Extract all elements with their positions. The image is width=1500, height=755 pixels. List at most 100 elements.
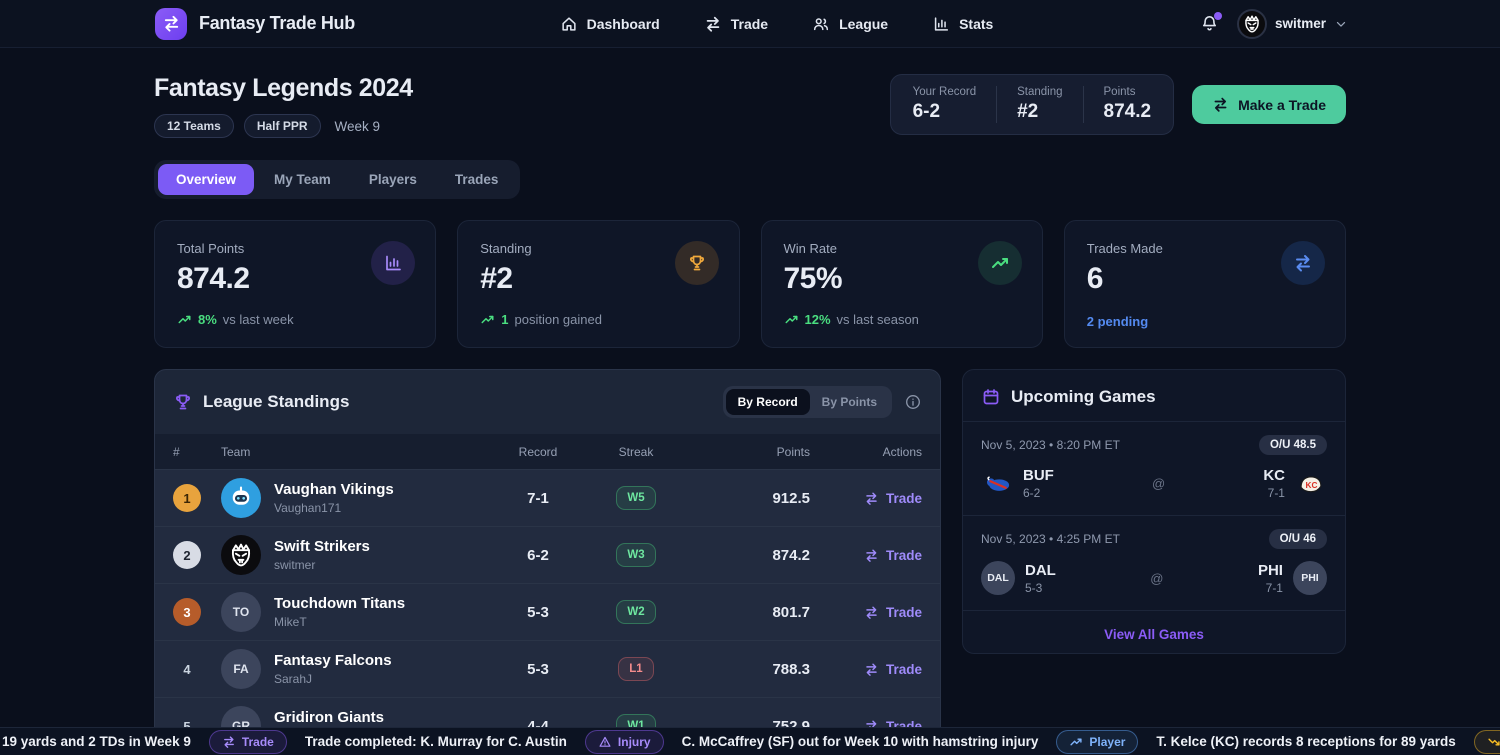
away-team-name: DAL <box>1025 562 1056 579</box>
waiver-badge: Waiver <box>1474 730 1500 754</box>
badge-label: Trade <box>242 735 274 749</box>
week-label: Week 9 <box>335 119 381 134</box>
away-team-record: 6-2 <box>1023 486 1054 500</box>
tab-my-team[interactable]: My Team <box>256 164 349 195</box>
nav-item-league[interactable]: League <box>812 15 888 33</box>
top-navbar: Fantasy Trade Hub Dashboard Trade League… <box>0 0 1500 48</box>
panel-title-text: League Standings <box>203 392 349 412</box>
swap-arrows-icon <box>1212 96 1229 113</box>
view-all-games-link[interactable]: View All Games <box>963 611 1345 658</box>
avatar <box>1237 9 1267 39</box>
swap-arrows-icon <box>864 548 879 563</box>
trades-made-card: Trades Made 6 2 pending <box>1064 220 1346 348</box>
nav-label: Dashboard <box>587 16 660 32</box>
view-tabs: Overview My Team Players Trades <box>154 160 520 199</box>
col-points: Points <box>688 445 810 459</box>
stat-cards: Total Points 874.2 8% vs last week Stand… <box>154 220 1346 348</box>
tab-trades[interactable]: Trades <box>437 164 517 195</box>
bar-chart-icon <box>383 253 403 273</box>
total-points-card: Total Points 874.2 8% vs last week <box>154 220 436 348</box>
app-logo <box>155 8 187 40</box>
page-header: Fantasy Legends 2024 12 Teams Half PPR W… <box>154 74 1346 138</box>
nav-item-stats[interactable]: Stats <box>932 15 993 33</box>
team-name: Touchdown Titans <box>274 595 405 612</box>
points-stat: Points 874.2 <box>1083 86 1152 123</box>
pending-trades-note[interactable]: 2 pending <box>1087 314 1323 329</box>
stat-label: Points <box>1104 86 1152 98</box>
trade-label: Trade <box>886 548 922 563</box>
news-ticker[interactable]: 19 yards and 2 TDs in Week 9 Trade Trade… <box>0 727 1500 755</box>
calendar-icon <box>981 387 1001 407</box>
table-row-vaughan-vikings[interactable]: 1 Vaughan Vikings Vaughan171 7-1 W5 912.… <box>155 469 940 526</box>
swap-arrows-icon <box>864 662 879 677</box>
brand[interactable]: Fantasy Trade Hub <box>155 8 355 40</box>
nav-item-trade[interactable]: Trade <box>704 15 768 33</box>
trending-down-icon <box>1487 735 1500 749</box>
points-value: 788.3 <box>688 661 810 678</box>
team-owner: switmer <box>274 558 370 572</box>
league-standings-panel: League Standings By Record By Points # T… <box>154 369 941 745</box>
nav-right: switmer <box>1198 9 1348 39</box>
trade-button[interactable]: Trade <box>810 548 922 563</box>
table-row-touchdown-titans[interactable]: 3 TO Touchdown Titans MikeT 5-3 W2 801.7… <box>155 583 940 640</box>
game-datetime: Nov 5, 2023 • 8:20 PM ET <box>981 438 1120 452</box>
card-icon-wrap <box>978 241 1022 285</box>
trade-label: Trade <box>886 662 922 677</box>
badge-label: Player <box>1089 735 1125 749</box>
toggle-by-points[interactable]: By Points <box>810 389 889 415</box>
notifications-button[interactable] <box>1198 12 1221 35</box>
away-team-name: BUF <box>1023 467 1054 484</box>
home-team-record: 7-1 <box>1258 581 1283 595</box>
toggle-by-record[interactable]: By Record <box>726 389 810 415</box>
standing-card: Standing #2 1 position gained <box>457 220 739 348</box>
trophy-icon <box>687 253 707 273</box>
nav-item-dashboard[interactable]: Dashboard <box>560 15 660 33</box>
tab-overview[interactable]: Overview <box>158 164 254 195</box>
nav-label: Trade <box>731 16 768 32</box>
user-menu[interactable]: switmer <box>1237 9 1348 39</box>
team-name: Fantasy Falcons <box>274 652 392 669</box>
player-badge: Player <box>1056 730 1138 754</box>
rank-badge: 3 <box>173 598 201 626</box>
record-value: 5-3 <box>492 604 584 621</box>
home-team-name: PHI <box>1258 562 1283 579</box>
delta-value: 8% <box>198 312 217 327</box>
game-dal-phi[interactable]: Nov 5, 2023 • 4:25 PM ET O/U 46 DAL DAL … <box>963 516 1345 611</box>
trade-button[interactable]: Trade <box>810 491 922 506</box>
tab-players[interactable]: Players <box>351 164 435 195</box>
standings-title: League Standings <box>173 392 349 412</box>
delta-value: 1 <box>501 312 508 327</box>
swap-arrows-icon <box>864 491 879 506</box>
chiefs-logo-icon <box>1295 468 1327 500</box>
users-icon <box>812 15 830 33</box>
card-icon-wrap <box>1281 241 1325 285</box>
col-streak: Streak <box>584 445 688 459</box>
info-icon[interactable] <box>904 393 922 411</box>
stat-value: #2 <box>1017 101 1062 123</box>
chevron-down-icon <box>1334 17 1348 31</box>
streak-badge: W5 <box>616 486 655 510</box>
delta-note: position gained <box>514 312 601 327</box>
make-a-trade-button[interactable]: Make a Trade <box>1192 85 1346 124</box>
game-datetime: Nov 5, 2023 • 4:25 PM ET <box>981 532 1120 546</box>
team-owner: Vaughan171 <box>274 501 394 515</box>
trending-up-icon <box>990 253 1010 273</box>
standing-stat: Standing #2 <box>996 86 1082 123</box>
stat-label: Your Record <box>913 86 977 98</box>
main-nav: Dashboard Trade League Stats <box>560 15 994 33</box>
home-icon <box>560 15 578 33</box>
team-owner: SarahJ <box>274 672 392 686</box>
trade-label: Trade <box>886 605 922 620</box>
robot-avatar-icon <box>221 478 261 518</box>
trade-button[interactable]: Trade <box>810 605 922 620</box>
table-row-fantasy-falcons[interactable]: 4 FA Fantasy Falcons SarahJ 5-3 L1 788.3… <box>155 640 940 697</box>
col-team: Team <box>221 445 492 459</box>
bills-logo-icon <box>981 468 1013 500</box>
game-buf-kc[interactable]: Nov 5, 2023 • 8:20 PM ET O/U 48.5 BUF 6-… <box>963 422 1345 516</box>
upcoming-games-panel: Upcoming Games Nov 5, 2023 • 8:20 PM ET … <box>962 369 1346 654</box>
trending-up-icon <box>784 312 799 327</box>
injury-badge: Injury <box>585 730 664 754</box>
trade-button[interactable]: Trade <box>810 662 922 677</box>
record-value: 5-3 <box>492 661 584 678</box>
table-row-swift-strikers[interactable]: 2 Swift Strikers switmer 6-2 W3 874.2 Tr… <box>155 526 940 583</box>
